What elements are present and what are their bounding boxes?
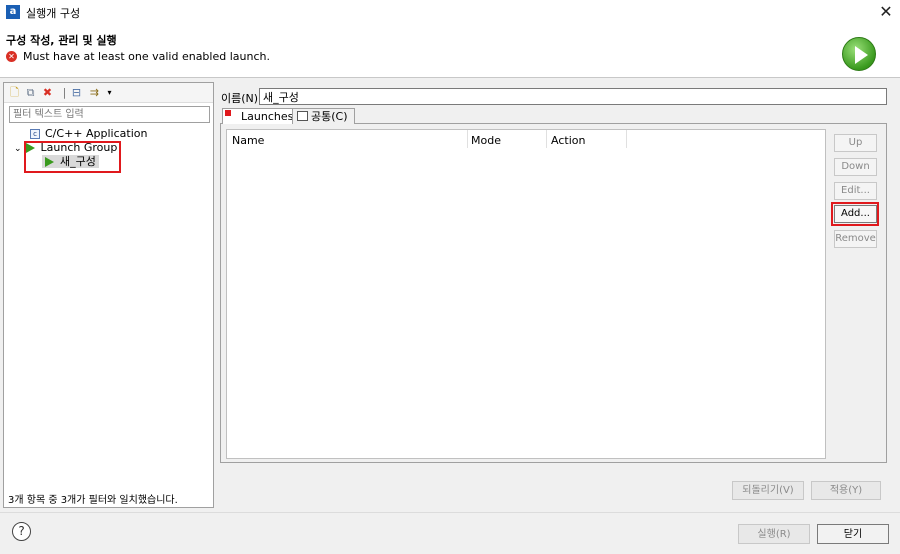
- header-title: 구성 작성, 관리 및 실행: [6, 34, 117, 47]
- c-app-icon: c: [30, 129, 40, 139]
- run-icon: [842, 37, 876, 71]
- filter-status: 3개 항목 중 3개가 필터와 일치했습니다.: [8, 495, 178, 506]
- column-header-action[interactable]: Action: [551, 134, 585, 147]
- help-icon[interactable]: ?: [12, 522, 31, 541]
- run-button[interactable]: 실행(R): [738, 524, 810, 544]
- tree-toolbar: 🗋 ⧉ ✖ | ⊟ ⇉ ▾: [4, 83, 213, 103]
- chevron-down-icon[interactable]: ⌄: [14, 144, 22, 154]
- tab-launches[interactable]: Launches: [222, 108, 301, 124]
- up-button[interactable]: Up: [834, 134, 877, 152]
- close-button[interactable]: 닫기: [817, 524, 889, 544]
- tree-item-c-application[interactable]: c C/C++ Application: [30, 127, 147, 141]
- delete-icon[interactable]: ✖: [41, 86, 54, 99]
- column-divider: [546, 130, 547, 148]
- error-icon: ✕: [6, 51, 17, 62]
- filter-icon[interactable]: ⇉: [88, 86, 101, 99]
- dropdown-icon[interactable]: ▾: [103, 86, 116, 99]
- remove-button[interactable]: Remove: [834, 230, 877, 248]
- collapse-all-icon[interactable]: ⊟: [70, 86, 83, 99]
- window-title: 실행개 구성: [26, 7, 81, 20]
- common-tab-icon: [297, 111, 308, 121]
- column-divider: [467, 130, 468, 148]
- name-label: 이름(N):: [221, 92, 262, 105]
- apply-button[interactable]: 적용(Y): [811, 481, 881, 500]
- tree-item-label: C/C++ Application: [45, 127, 148, 140]
- filter-input[interactable]: [9, 106, 210, 123]
- column-divider: [626, 130, 627, 148]
- error-marker-icon: [225, 110, 231, 116]
- footer-divider: [0, 512, 900, 513]
- name-field[interactable]: [259, 88, 887, 105]
- column-header-mode[interactable]: Mode: [471, 134, 501, 147]
- highlight-box: [24, 141, 121, 173]
- error-message: Must have at least one valid enabled lau…: [23, 50, 270, 63]
- app-icon: a: [6, 5, 20, 19]
- down-button[interactable]: Down: [834, 158, 877, 176]
- launches-table[interactable]: [226, 129, 826, 459]
- title-bar: [0, 0, 900, 24]
- duplicate-icon[interactable]: ⧉: [24, 86, 37, 99]
- highlight-box: [831, 202, 879, 226]
- tab-label: 공통(C): [311, 110, 348, 123]
- tab-label: Launches: [241, 110, 294, 123]
- edit-button[interactable]: Edit...: [834, 182, 877, 200]
- close-window-button[interactable]: ✕: [876, 2, 896, 22]
- column-header-name[interactable]: Name: [232, 134, 264, 147]
- revert-button[interactable]: 되돌리기(V): [732, 481, 804, 500]
- new-config-icon[interactable]: 🗋: [8, 86, 21, 99]
